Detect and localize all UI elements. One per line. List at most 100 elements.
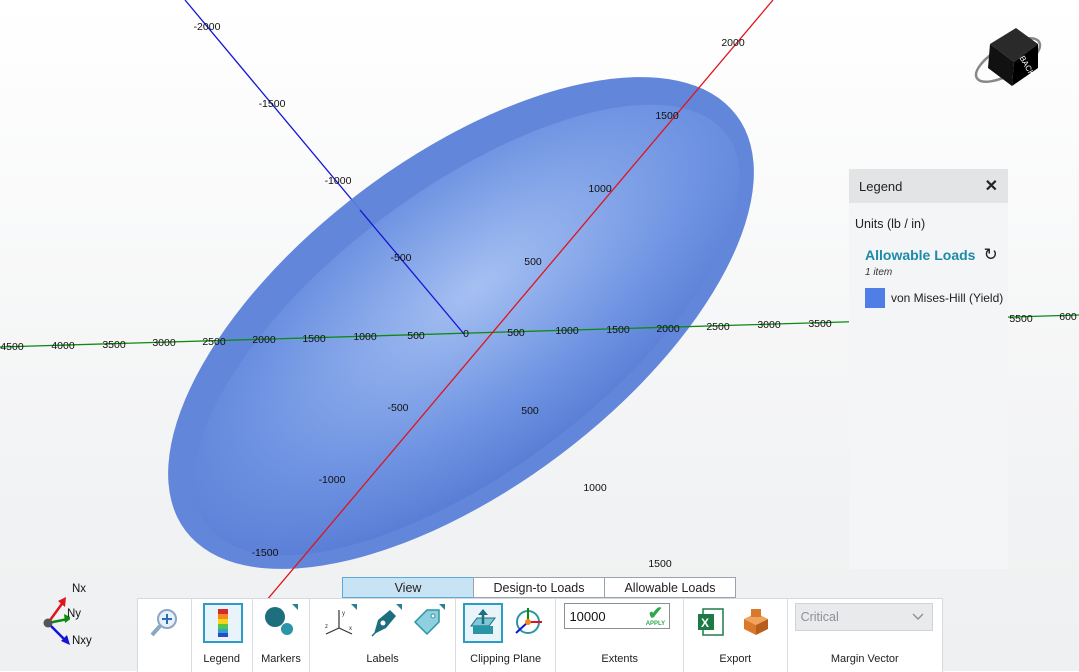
legend-swatch <box>865 288 885 308</box>
dropdown-corner-icon <box>291 604 298 610</box>
zoom-button[interactable] <box>145 603 183 641</box>
export-3d-icon <box>743 609 768 635</box>
margin-vector-select[interactable]: Critical <box>794 603 933 631</box>
markers-icon <box>264 607 293 635</box>
zoom-group <box>138 599 192 672</box>
clipping-plane-icon <box>469 609 496 634</box>
ribbon-tabs: View Design-to Loads Allowable Loads <box>342 577 736 598</box>
tag-labels-button[interactable] <box>408 603 446 641</box>
legend-panel: Legend ✕ Units (lb / in) Allowable Loads… <box>849 169 1008 569</box>
ny-tick-label: 500 <box>507 327 525 339</box>
ny-tick-label: 2000 <box>252 334 276 346</box>
export-excel-button[interactable]: X <box>692 603 730 641</box>
margin-vector-value: Critical <box>800 610 839 624</box>
legend-title: Legend <box>859 178 903 194</box>
axis-labels-button[interactable]: y z x <box>320 603 358 641</box>
axis-triad: Nx Ny Nxy <box>30 583 92 658</box>
nx-tick-label: 500 <box>521 405 539 417</box>
axis-labels-icon: y z x <box>325 610 353 635</box>
nx-tick-label: 1000 <box>583 482 607 494</box>
legend-header: Legend ✕ <box>849 169 1008 203</box>
ny-tick-label: 1500 <box>302 333 326 345</box>
triad-nx-label: Nx <box>72 583 87 595</box>
ny-tick-label: 4500 <box>0 341 24 353</box>
ny-tick-label: 2000 <box>656 323 680 335</box>
legend-item-label: von Mises-Hill (Yield) <box>891 291 1004 305</box>
margin-vector-group: Critical Margin Vector <box>788 599 942 672</box>
ribbon-toolbar: Legend Markers y z x Labels Clipping Pla… <box>137 598 943 672</box>
pen-nib-icon <box>371 610 397 637</box>
ny-tick-label: 3000 <box>152 337 176 349</box>
dropdown-corner-icon <box>439 604 446 610</box>
apply-button[interactable]: ✔ APPLY <box>642 604 668 628</box>
dropdown-corner-icon <box>396 604 403 610</box>
dropdown-corner-icon <box>351 604 358 610</box>
svg-text:x: x <box>349 626 352 632</box>
ny-tick-label: 2500 <box>202 336 226 348</box>
triad-ny-label: Ny <box>67 608 82 620</box>
nxy-tick-label: -2000 <box>194 21 221 33</box>
nxy-tick-label: 1500 <box>655 110 679 122</box>
chevron-down-icon <box>912 613 924 620</box>
nxy-tick-label: -1000 <box>325 175 352 187</box>
zoom-in-icon <box>150 609 177 637</box>
ny-tick-label: 600 <box>1059 311 1077 323</box>
clipping-plane-button[interactable] <box>462 603 503 643</box>
markers-group: Markers <box>253 599 311 672</box>
ny-tick-label: 4000 <box>51 340 75 352</box>
ny-tick-label: 500 <box>407 330 425 342</box>
labels-group: y z x Labels <box>310 599 456 672</box>
tag-icon <box>414 609 441 636</box>
apply-label: APPLY <box>645 621 666 627</box>
extents-group: ✔ APPLY Extents <box>556 599 684 672</box>
clipping-group-label: Clipping Plane <box>470 653 542 665</box>
markers-button[interactable] <box>261 603 299 641</box>
nx-tick-label: -1500 <box>252 547 279 559</box>
ny-tick-label: 2500 <box>706 321 730 333</box>
ny-tick-label: 1000 <box>353 331 377 343</box>
ny-tick-label: 0 <box>463 328 469 340</box>
tab-view[interactable]: View <box>342 577 474 598</box>
checkmark-icon: ✔ <box>647 603 663 623</box>
export-model-button[interactable] <box>737 603 775 641</box>
legend-group-label: Legend <box>203 653 241 665</box>
nxy-tick-label: -500 <box>390 252 411 264</box>
nxy-tick-label: 1000 <box>588 183 612 195</box>
orient-gizmo-icon <box>515 608 542 634</box>
nx-tick-label: -1000 <box>319 474 346 486</box>
annotation-pen-button[interactable] <box>365 603 403 641</box>
tab-allowable-loads[interactable]: Allowable Loads <box>604 577 736 598</box>
legend-toggle-button[interactable] <box>202 603 243 643</box>
tab-design-to-loads[interactable]: Design-to Loads <box>473 577 605 598</box>
legend-section-title: Allowable Loads <box>865 247 976 263</box>
view-cube[interactable]: BACK <box>966 14 1050 95</box>
ny-tick-label: 3500 <box>808 318 832 330</box>
legend-units: Units (lb / in) <box>855 217 926 231</box>
svg-text:z: z <box>325 624 328 630</box>
nx-tick-label: 2000 <box>721 37 745 49</box>
legend-item-count: 1 item <box>865 267 893 278</box>
export-group-label: Export <box>719 653 752 665</box>
color-scale-icon <box>217 609 228 637</box>
ny-tick-label: 1000 <box>555 325 579 337</box>
ny-tick-label: 3000 <box>757 319 781 331</box>
excel-icon: X <box>697 608 724 636</box>
ny-tick-label: 1500 <box>606 324 630 336</box>
markers-group-label: Markers <box>261 653 301 665</box>
nxy-tick-label: -1500 <box>259 98 286 110</box>
refresh-icon[interactable]: ↻ <box>983 245 997 265</box>
labels-group-label: Labels <box>366 653 399 665</box>
close-icon[interactable]: ✕ <box>985 176 998 196</box>
clipping-plane-group: Clipping Plane <box>456 599 557 672</box>
nx-tick-label: 1500 <box>648 558 672 570</box>
nx-tick-label: -500 <box>387 402 408 414</box>
triad-nxy-label: Nxy <box>72 635 92 647</box>
export-group: X Export <box>684 599 788 672</box>
legend-item[interactable]: von Mises-Hill (Yield) <box>865 288 1008 308</box>
ny-tick-label: 3500 <box>102 339 126 351</box>
svg-text:y: y <box>342 611 345 617</box>
margin-vector-group-label: Margin Vector <box>830 653 899 665</box>
clipping-plane-orient-button[interactable] <box>509 603 547 641</box>
legend-group: Legend <box>192 599 253 672</box>
svg-text:X: X <box>701 616 709 630</box>
